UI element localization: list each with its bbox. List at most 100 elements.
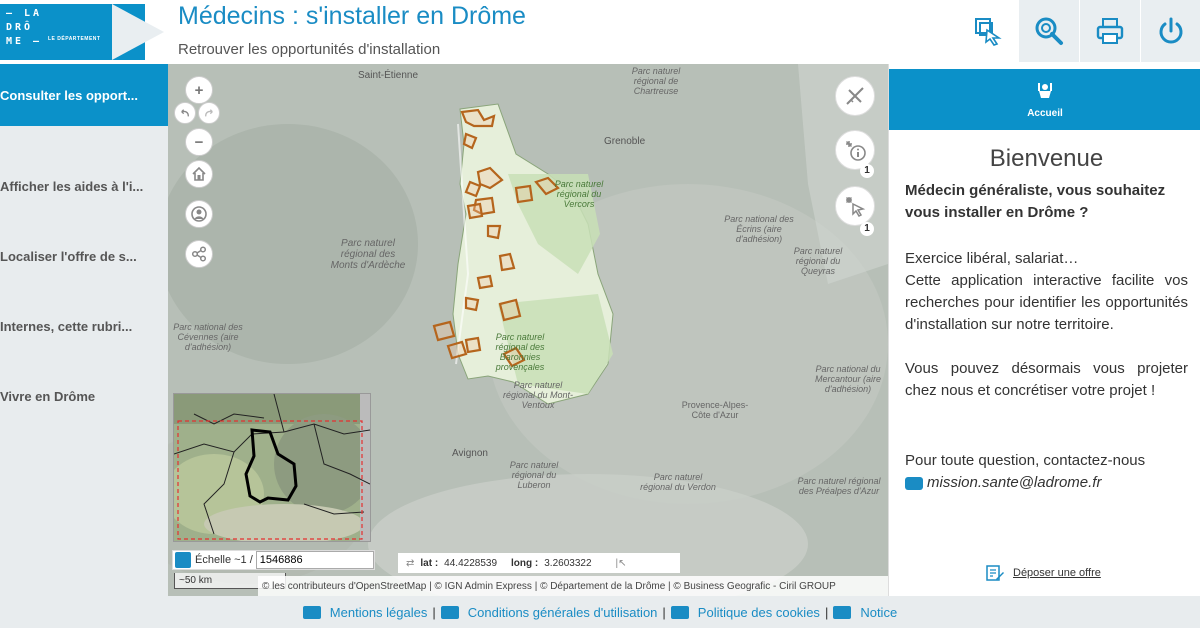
info-count-badge: 1 <box>860 164 874 178</box>
logout-button[interactable] <box>1141 0 1200 62</box>
user-location-icon <box>191 206 207 222</box>
lat-label: lat : <box>420 557 439 569</box>
footer-link-notice[interactable]: Notice <box>860 605 897 620</box>
sidebar: Consulter les opport... Afficher les aid… <box>0 64 168 596</box>
map-label: Provence-Alpes-Côte d'Azur <box>681 400 749 420</box>
welcome-text: Exercice libéral, salariat… <box>905 250 1079 267</box>
sidebar-item-localiser[interactable]: Localiser l'offre de s... <box>0 221 168 291</box>
map-label: Parc naturel régional du Verdon <box>640 472 716 492</box>
tab-accueil-label: Accueil <box>1027 108 1063 119</box>
zoom-out-button[interactable]: − <box>185 128 213 156</box>
select-tool-button[interactable] <box>958 0 1018 62</box>
map-label: Avignon <box>452 448 488 459</box>
undo-view-button[interactable] <box>174 102 196 124</box>
contact-text: Pour toute question, contactez-nous <box>905 452 1146 469</box>
sidebar-item-internes[interactable]: Internes, cette rubri... <box>0 291 168 361</box>
welcome-text: Vous pouvez désormais vous projeter chez… <box>905 360 1188 399</box>
share-icon <box>191 246 207 262</box>
swap-coords-icon[interactable]: ⇄ <box>406 558 414 569</box>
share-button[interactable] <box>185 240 213 268</box>
search-button[interactable] <box>1019 0 1079 62</box>
welcome-content: Bienvenue Médecin généraliste, vous souh… <box>905 144 1188 494</box>
select-cursor-icon <box>975 18 1002 46</box>
footer-separator: | <box>824 604 829 620</box>
geolocate-button[interactable] <box>185 200 213 228</box>
map-label: Parc naturel régional du Queyras <box>793 246 843 276</box>
pick-coordinate-icon[interactable]: |↖ <box>616 558 627 569</box>
scale-input[interactable] <box>255 551 374 569</box>
cgu-icon <box>440 605 459 619</box>
map-label: Parc naturel régional des Baronnies prov… <box>495 332 545 372</box>
map-label: Parc naturel régional du Vercors <box>554 179 604 209</box>
lat-value: 44.4228539 <box>444 557 498 569</box>
map-label: Parc national des Cévennes (aire d'adhés… <box>173 322 243 352</box>
search-icon <box>1035 17 1063 45</box>
info-click-icon <box>845 140 866 161</box>
select-feature-button[interactable] <box>835 186 875 226</box>
long-value: 3.2603322 <box>544 557 592 569</box>
logo-text-line: DRÔ <box>6 22 34 33</box>
print-button[interactable] <box>1080 0 1140 62</box>
map-label: Parc naturel régional du Luberon <box>509 460 559 490</box>
map-label: Parc naturel régional du Mont-Ventoux <box>502 380 574 410</box>
click-select-icon <box>845 196 866 217</box>
undo-arrow-icon <box>181 109 189 117</box>
deposit-offer-link[interactable]: Déposer une offre <box>985 564 1101 582</box>
logo-arrow <box>112 4 164 60</box>
scale-label: Échelle ~1 / <box>195 554 253 566</box>
logo-subtitle: LE DÉPARTEMENT <box>48 36 101 42</box>
power-icon <box>1159 17 1183 44</box>
redo-view-button[interactable] <box>198 102 220 124</box>
header: – LA DRÔ ME – LE DÉPARTEMENT Médecins : … <box>0 0 1200 64</box>
home-icon <box>192 166 206 181</box>
welcome-text: Cette application interactive facilite v… <box>905 272 1188 333</box>
app-title: Médecins : s'installer en Drôme <box>178 2 526 30</box>
select-count-badge: 1 <box>860 222 874 236</box>
measure-ruler-icon <box>846 87 864 105</box>
book-icon <box>302 605 321 619</box>
footer-separator: | <box>662 604 666 620</box>
deposit-offer-label[interactable]: Déposer une offre <box>1013 567 1101 579</box>
scale-control: Échelle ~1 / <box>172 550 375 570</box>
measure-tool-button[interactable] <box>835 76 875 116</box>
scale-map-icon <box>175 552 191 568</box>
map-label: Parc national du Mercantour (aire d'adhé… <box>814 364 882 394</box>
cookie-icon <box>670 605 689 619</box>
map-label: Grenoble <box>604 136 646 147</box>
welcome-panel: Accueil Bienvenue Médecin généraliste, v… <box>888 64 1200 596</box>
long-label: long : <box>511 557 539 569</box>
coordinates-display: ⇄ lat : 44.4228539 long : 3.2603322 |↖ <box>398 553 680 573</box>
map-view[interactable]: Saint-Étienne Parc naturel régional de C… <box>168 64 888 596</box>
map-label: Saint-Étienne <box>358 70 419 81</box>
map-label: Parc naturel régional de Chartreuse <box>631 66 681 96</box>
overview-map-image <box>168 393 374 544</box>
sidebar-item-aides[interactable]: Afficher les aides à l'i... <box>0 151 168 221</box>
map-label: Parc national des Écrins (aire d'adhésio… <box>724 214 794 244</box>
sidebar-item-vivre[interactable]: Vivre en Drôme <box>0 361 168 431</box>
edit-document-icon <box>986 565 1004 581</box>
tab-accueil[interactable]: Accueil <box>889 69 1200 130</box>
redo-arrow-icon <box>205 109 213 117</box>
contact-email-link[interactable]: mission.sante@ladrome.fr <box>905 472 1188 494</box>
logo-text-line: – LA <box>6 8 43 19</box>
print-icon <box>1096 18 1124 44</box>
welcome-question: Médecin généraliste, vous souhaitez vous… <box>905 182 1166 221</box>
sidebar-item-consulter[interactable]: Consulter les opport... <box>0 64 168 126</box>
notice-icon <box>833 605 852 619</box>
map-label: Parc naturel régional des Préalpes d'Azu… <box>797 476 881 496</box>
footer-link-cookies[interactable]: Politique des cookies <box>698 605 820 620</box>
footer-separator: | <box>432 604 436 620</box>
zoom-in-button[interactable]: + <box>185 76 213 104</box>
map-label: Parc naturel régional des Monts d'Ardèch… <box>330 238 406 271</box>
overview-map[interactable] <box>168 393 374 544</box>
home-extent-button[interactable] <box>185 160 213 188</box>
logo-text-line: ME – <box>6 36 43 47</box>
welcome-people-icon <box>889 81 1200 104</box>
department-logo[interactable]: – LA DRÔ ME – LE DÉPARTEMENT <box>0 0 165 62</box>
chat-icon <box>905 476 923 490</box>
map-attribution: © les contributeurs d'OpenStreetMap | © … <box>258 576 888 596</box>
footer-link-cgu[interactable]: Conditions générales d'utilisation <box>468 605 658 620</box>
contact-email[interactable]: mission.sante@ladrome.fr <box>927 472 1101 494</box>
welcome-title: Bienvenue <box>989 145 1104 172</box>
footer-link-mentions[interactable]: Mentions légales <box>330 605 428 620</box>
